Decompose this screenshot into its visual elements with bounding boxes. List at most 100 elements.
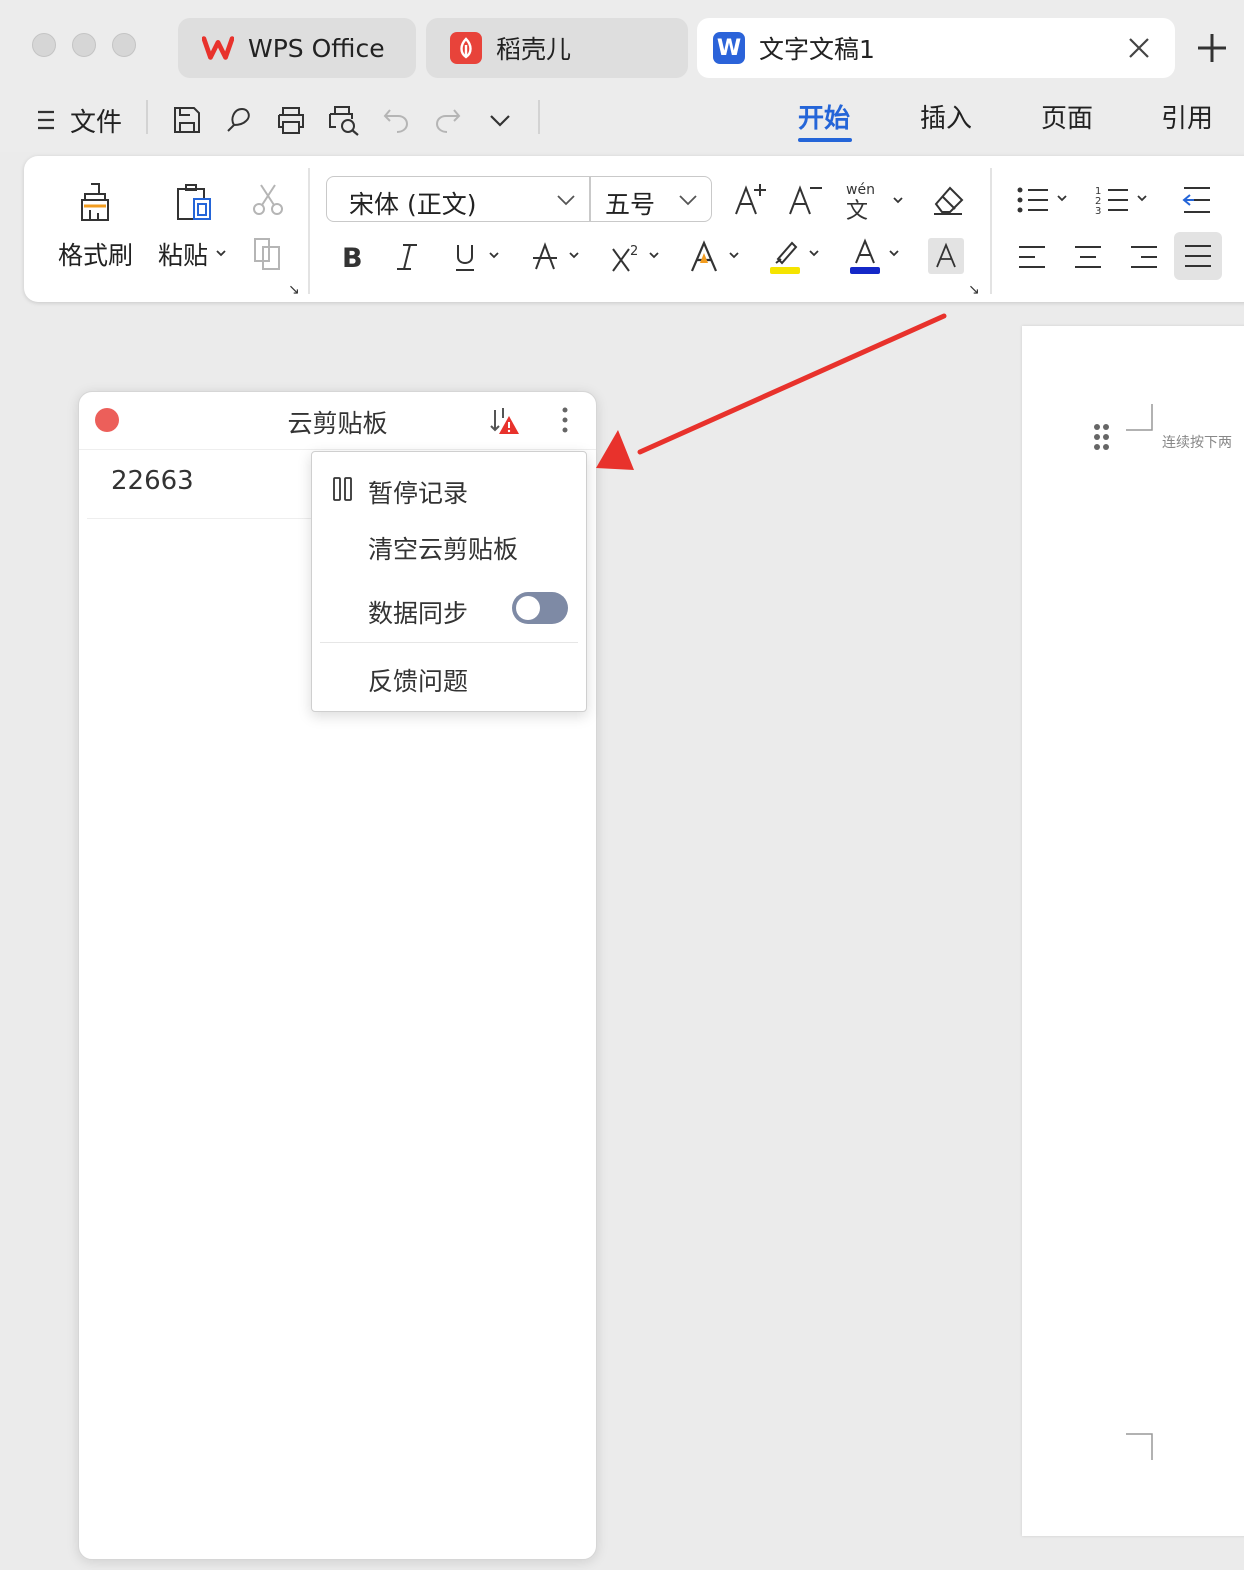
writer-doc-icon: W <box>713 32 745 64</box>
align-right-button[interactable] <box>1122 236 1166 278</box>
char-shading-icon <box>936 242 956 268</box>
copy-button[interactable] <box>246 234 290 274</box>
scissors-icon <box>253 184 283 215</box>
redo-button[interactable] <box>432 100 464 140</box>
menu-item-pause-recording[interactable]: 暂停记录 <box>312 466 586 516</box>
numbered-list-button[interactable]: 123 <box>1094 180 1154 220</box>
margin-corner-mark <box>1126 404 1153 431</box>
divider <box>308 168 310 294</box>
save-button[interactable] <box>170 100 204 140</box>
sort-warning-icon[interactable] <box>489 404 523 438</box>
bold-button[interactable]: B <box>330 236 372 278</box>
print-preview-button[interactable] <box>326 100 362 140</box>
clipboard-item-text: 22663 <box>111 466 194 496</box>
chevron-down-icon <box>216 250 226 257</box>
file-menu-button[interactable]: 文件 <box>34 100 122 140</box>
menu-item-label: 清空云剪贴板 <box>368 535 519 564</box>
chevron-down-icon[interactable] <box>677 190 699 210</box>
pinyin-icon: wén文 <box>846 182 903 222</box>
justify-icon <box>1185 245 1211 267</box>
outdent-icon <box>1182 187 1210 213</box>
window-zoom-button[interactable] <box>112 33 136 57</box>
tab-references[interactable]: 引用 <box>1161 98 1213 135</box>
italic-button[interactable] <box>386 236 428 278</box>
menu-item-feedback[interactable]: 反馈问题 <box>312 654 586 704</box>
italic-icon <box>397 244 417 270</box>
more-quick-access-button[interactable] <box>486 100 514 140</box>
tab-home[interactable]: 开始 <box>798 98 850 135</box>
chevron-down-icon[interactable] <box>555 190 577 210</box>
format-painter-label: 格式刷 <box>58 241 134 270</box>
font-name-select[interactable]: 宋体 (正文) <box>349 185 476 221</box>
highlighter-icon <box>770 241 819 274</box>
divider <box>589 177 591 221</box>
tab-page[interactable]: 页面 <box>1041 98 1093 135</box>
document-page[interactable]: 连续按下两 <box>1022 326 1244 1536</box>
font-selector-group: 宋体 (正文) 五号 <box>326 176 712 222</box>
paste-label[interactable]: 粘贴 <box>158 236 208 272</box>
data-sync-toggle[interactable] <box>512 592 568 624</box>
justify-button[interactable] <box>1174 232 1222 280</box>
menu-row: 文件 开始 插入 页面 引用 <box>0 88 1244 152</box>
file-menu-label: 文件 <box>70 107 123 138</box>
menu-item-clear-clipboard[interactable]: 清空云剪贴板 <box>312 522 586 572</box>
print-button[interactable] <box>274 100 308 140</box>
decrease-font-size-button[interactable] <box>782 178 826 222</box>
superscript-button[interactable]: 2 <box>608 236 668 278</box>
printer-icon <box>278 107 304 134</box>
bold-icon: B <box>342 243 363 274</box>
divider <box>990 168 992 294</box>
menu-item-label: 暂停记录 <box>368 479 469 508</box>
wps-logo-icon <box>202 32 234 64</box>
pen-icon <box>227 107 250 132</box>
undo-button[interactable] <box>380 100 412 140</box>
pause-icon <box>333 477 352 501</box>
font-size-select[interactable]: 五号 <box>605 185 655 221</box>
clipboard-options-menu: 暂停记录 清空云剪贴板 数据同步 反馈问题 <box>311 451 587 712</box>
clipboard-settings-icon[interactable]: ↘ <box>288 282 300 298</box>
underline-button[interactable] <box>448 236 508 278</box>
decrease-indent-button[interactable] <box>1174 180 1218 220</box>
divider <box>146 100 148 134</box>
menu-lines-icon <box>38 110 54 130</box>
close-tab-icon[interactable] <box>1123 32 1155 64</box>
title-bar: WPS Office 稻壳儿 W 文字文稿1 <box>0 0 1244 88</box>
tab-insert[interactable]: 插入 <box>920 98 972 135</box>
drag-handle-icon[interactable] <box>1092 422 1112 454</box>
export-button[interactable] <box>222 100 256 140</box>
tab-wps-office[interactable]: WPS Office <box>178 18 416 78</box>
cut-button[interactable] <box>246 180 290 220</box>
highlight-button[interactable] <box>768 236 828 278</box>
bullet-list-button[interactable] <box>1014 180 1074 220</box>
strikethrough-button[interactable] <box>528 236 588 278</box>
font-settings-icon[interactable]: ↘ <box>968 282 980 298</box>
tab-label: WPS Office <box>248 33 385 63</box>
menu-item-label: 反馈问题 <box>368 667 469 696</box>
text-effect-button[interactable] <box>688 236 748 278</box>
docer-logo-icon <box>450 32 482 64</box>
underline-icon <box>456 245 499 271</box>
tab-docer[interactable]: 稻壳儿 <box>426 18 688 78</box>
clear-formatting-button[interactable] <box>926 178 970 222</box>
character-shading-button[interactable] <box>928 238 964 274</box>
more-options-icon[interactable] <box>555 404 575 436</box>
divider <box>320 642 578 643</box>
align-center-button[interactable] <box>1066 236 1110 278</box>
undo-icon <box>383 109 409 133</box>
tab-label: 稻壳儿 <box>496 35 572 64</box>
tab-document[interactable]: W 文字文稿1 <box>697 18 1175 78</box>
format-painter-button[interactable] <box>70 178 120 226</box>
window-minimize-button[interactable] <box>72 33 96 57</box>
increase-font-size-button[interactable] <box>728 178 772 222</box>
align-left-button[interactable] <box>1010 236 1054 278</box>
svg-text:3: 3 <box>1095 206 1101 217</box>
print-preview-icon <box>329 106 359 136</box>
new-tab-button[interactable] <box>1192 28 1232 68</box>
svg-text:2: 2 <box>630 244 638 259</box>
font-color-button[interactable] <box>848 236 908 278</box>
phonetic-guide-button[interactable]: wén 文 <box>842 178 908 222</box>
window-close-button[interactable] <box>32 33 56 57</box>
copy-icon <box>254 238 280 270</box>
paste-button[interactable] <box>168 178 218 226</box>
save-icon <box>174 107 200 133</box>
